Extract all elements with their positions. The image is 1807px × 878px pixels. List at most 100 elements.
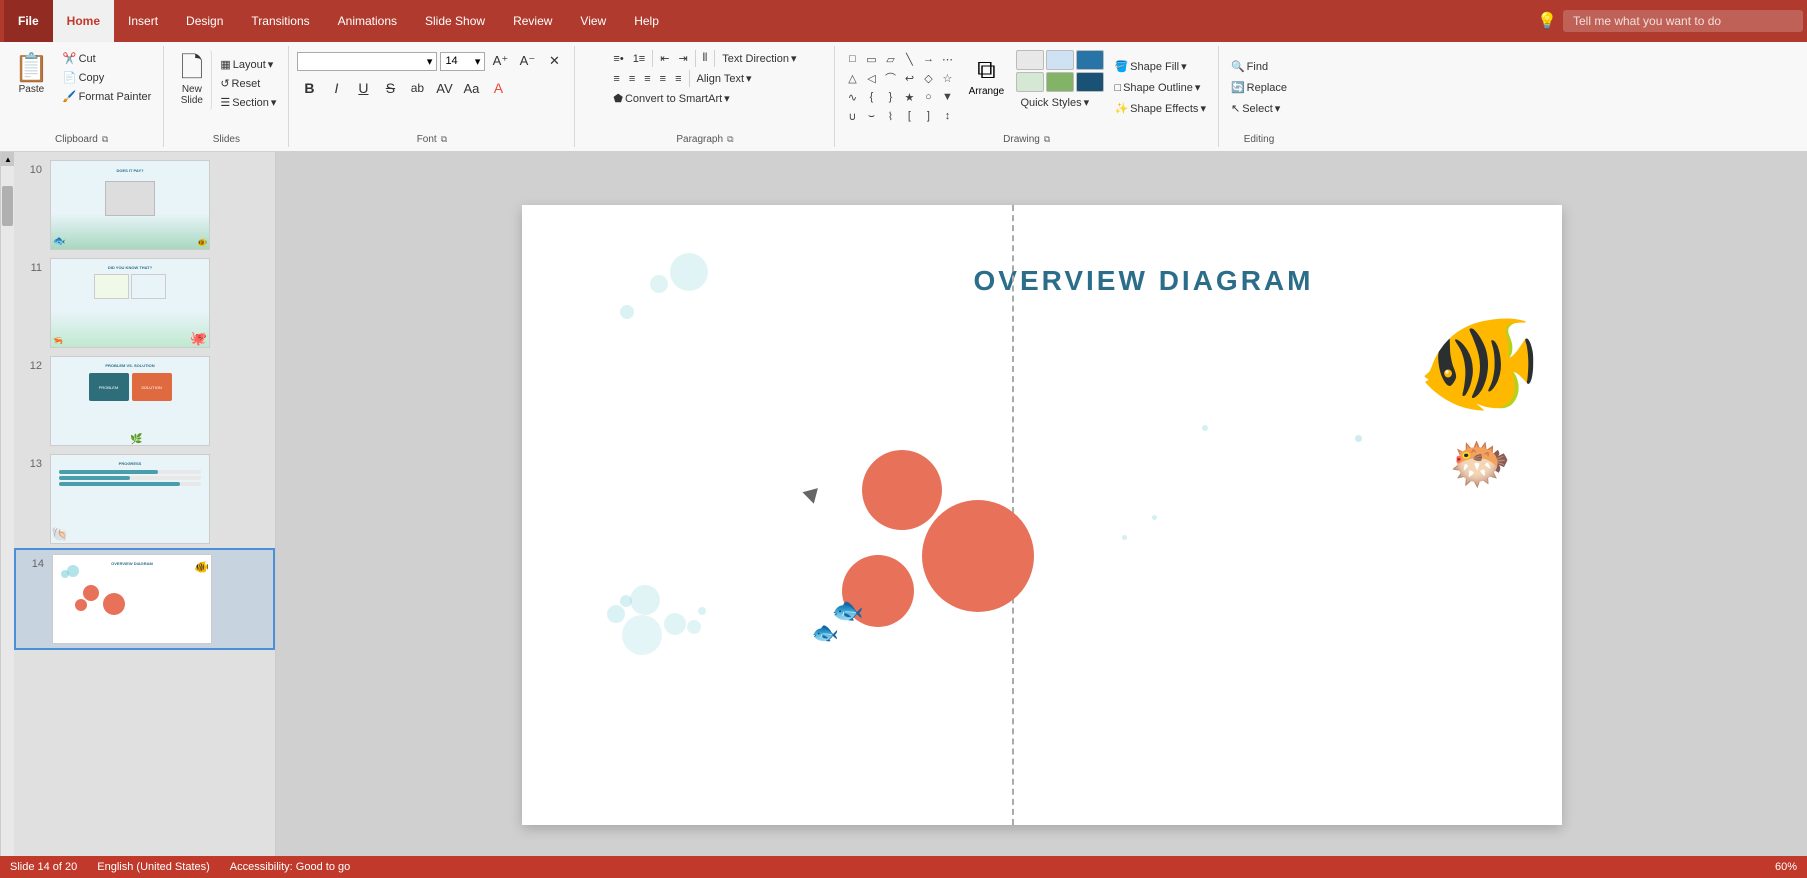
copy-button[interactable]: 📄 Copy — [59, 69, 155, 86]
font-expand[interactable]: ⧉ — [441, 134, 447, 145]
quick-styles-label[interactable]: Quick Styles ▾ — [1016, 94, 1104, 111]
shape-arrow[interactable]: → — [919, 50, 937, 68]
text-direction-button[interactable]: Text Direction ▾ — [718, 50, 800, 67]
shape-rect[interactable]: □ — [843, 50, 861, 68]
slide-item-13[interactable]: 13 PROGRESS 🐚 — [14, 450, 275, 548]
shadow-button[interactable]: ab — [405, 77, 429, 99]
paragraph-expand[interactable]: ⧉ — [727, 134, 733, 145]
font-size-chevron: ▾ — [475, 55, 481, 68]
slide-item-14[interactable]: 14 OVERVIEW DIAGRAM 🐠 — [14, 548, 275, 650]
scroll-track[interactable] — [1, 166, 14, 864]
bullets-button[interactable]: ≡• — [609, 51, 627, 67]
find-button[interactable]: 🔍 Find — [1227, 58, 1272, 75]
align-left-button[interactable]: ≡ — [609, 71, 623, 87]
shape-path[interactable]: ⌇ — [881, 107, 899, 125]
shape-effects-button[interactable]: ✨ Shape Effects ▾ — [1110, 100, 1210, 117]
clipboard-expand[interactable]: ⧉ — [102, 134, 108, 145]
tab-file[interactable]: File — [4, 0, 53, 42]
shape-brace[interactable]: [ — [900, 107, 918, 125]
scroll-up-button[interactable]: ▲ — [1, 152, 15, 166]
justify-button[interactable]: ≡ — [656, 71, 670, 87]
tab-home[interactable]: Home — [53, 0, 114, 42]
shape-scroll[interactable]: ↕ — [938, 107, 956, 125]
decrease-font-button[interactable]: A⁻ — [515, 50, 539, 72]
shape-curved[interactable]: ⌒ — [881, 69, 899, 87]
shape-star5[interactable]: ★ — [900, 88, 918, 106]
font-name-dropdown[interactable]: ▾ — [297, 52, 437, 71]
shape-diamond[interactable]: ◇ — [919, 69, 937, 87]
columns-button[interactable]: ⫴ — [699, 50, 712, 67]
strikethrough-button[interactable]: S — [378, 77, 402, 99]
slide-panel-scrollbar[interactable]: ▲ ▼ — [0, 152, 14, 878]
shape-curve3[interactable]: ⌣ — [862, 107, 880, 125]
format-painter-button[interactable]: 🖌️ Format Painter — [59, 88, 155, 105]
slide-item-12[interactable]: 12 PROBLEM VS. SOLUTION PROBLEM SOLUTION… — [14, 352, 275, 450]
tab-help[interactable]: Help — [620, 0, 673, 42]
tab-design[interactable]: Design — [172, 0, 237, 42]
align-text-button[interactable]: Align Text ▾ — [693, 70, 756, 87]
decrease-indent-button[interactable]: ⇤ — [656, 50, 673, 67]
convert-smartart-button[interactable]: ⬟ Convert to SmartArt ▾ — [609, 90, 733, 107]
select-button[interactable]: ↖ Select ▾ — [1227, 100, 1284, 117]
qs-item-3[interactable] — [1076, 50, 1104, 70]
shape-oval[interactable]: ○ — [919, 88, 937, 106]
qs-item-2[interactable] — [1046, 50, 1074, 70]
font-size-dropdown[interactable]: 14 ▾ — [440, 52, 485, 71]
new-slide-button[interactable]: 🗋 NewSlide — [172, 50, 212, 110]
tab-slideshow[interactable]: Slide Show — [411, 0, 499, 42]
qs-item-4[interactable] — [1016, 72, 1044, 92]
shape-rounded-rect[interactable]: ▭ — [862, 50, 880, 68]
shape-wave[interactable]: ∿ — [843, 88, 861, 106]
increase-indent-button[interactable]: ⇥ — [674, 50, 691, 67]
tab-review[interactable]: Review — [499, 0, 566, 42]
scroll-thumb[interactable] — [2, 186, 13, 226]
shape-bracket2[interactable]: } — [881, 88, 899, 106]
align-center-button[interactable]: ≡ — [625, 71, 639, 87]
shape-line[interactable]: ╲ — [900, 50, 918, 68]
arrange-button[interactable]: ⧉ Arrange — [962, 50, 1010, 101]
shape-fill-button[interactable]: 🪣 Shape Fill ▾ — [1110, 58, 1210, 75]
numbering-button[interactable]: 1≡ — [629, 51, 650, 67]
shape-bent-arrow[interactable]: ↩ — [900, 69, 918, 87]
replace-icon: 🔄 — [1231, 81, 1245, 94]
underline-button[interactable]: U — [351, 77, 375, 99]
qs-item-1[interactable] — [1016, 50, 1044, 70]
shape-more[interactable]: ⋯ — [938, 50, 956, 68]
drawing-expand[interactable]: ⧉ — [1044, 134, 1050, 145]
slide-item-11[interactable]: 11 DID YOU KNOW THAT? 🦐 🐙 — [14, 254, 275, 352]
qs-item-6[interactable] — [1076, 72, 1104, 92]
tab-transitions[interactable]: Transitions — [237, 0, 323, 42]
tab-view[interactable]: View — [566, 0, 620, 42]
shape-triangle[interactable]: △ — [843, 69, 861, 87]
shape-outline-button[interactable]: □ Shape Outline ▾ — [1110, 79, 1210, 96]
slide-item-10[interactable]: 10 DOES IT PAY? 🐟 🐠 — [14, 156, 275, 254]
align-right2-button[interactable]: ≡ — [671, 71, 685, 87]
shape-brace2[interactable]: ] — [919, 107, 937, 125]
shape-curve2[interactable]: ∪ — [843, 107, 861, 125]
tab-insert[interactable]: Insert — [114, 0, 172, 42]
search-input[interactable] — [1563, 10, 1803, 32]
bold-button[interactable]: B — [297, 77, 321, 99]
shape-rtriangle[interactable]: ◁ — [862, 69, 880, 87]
increase-font-button[interactable]: A⁺ — [488, 50, 512, 72]
paste-button[interactable]: 📋 Paste — [8, 50, 55, 99]
clear-format-button[interactable]: ✕ — [542, 50, 566, 72]
shape-more2[interactable]: ☆ — [938, 69, 956, 87]
layout-button[interactable]: ▦ Layout ▾ — [216, 56, 280, 73]
cut-button[interactable]: ✂️ Cut — [59, 50, 155, 67]
shape-parallelogram[interactable]: ▱ — [881, 50, 899, 68]
tab-animations[interactable]: Animations — [324, 0, 411, 42]
section-button[interactable]: ☰ Section ▾ — [216, 94, 280, 111]
shape-bracket[interactable]: { — [862, 88, 880, 106]
reset-button[interactable]: ↺ Reset — [216, 75, 280, 92]
italic-button[interactable]: I — [324, 77, 348, 99]
change-case-button[interactable]: Aa — [459, 77, 483, 99]
layout-chevron: ▾ — [268, 58, 274, 71]
char-spacing-button[interactable]: AV — [432, 77, 456, 99]
font-color-button[interactable]: A — [486, 77, 510, 99]
align-right-button[interactable]: ≡ — [640, 71, 654, 87]
replace-button[interactable]: 🔄 Replace — [1227, 79, 1291, 96]
shape-down[interactable]: ▼ — [938, 88, 956, 106]
slide-canvas[interactable]: OVERVIEW DIAGRAM 🐟 � — [522, 205, 1562, 825]
qs-item-5[interactable] — [1046, 72, 1074, 92]
